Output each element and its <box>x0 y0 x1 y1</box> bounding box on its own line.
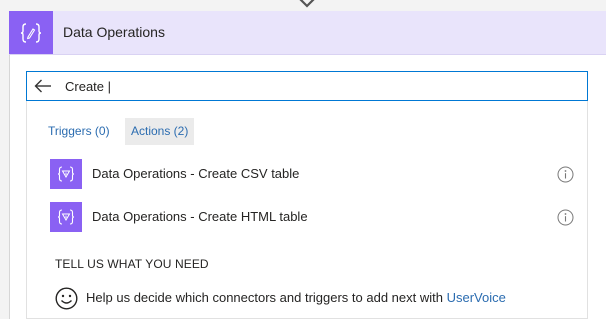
info-icon[interactable] <box>557 166 574 183</box>
action-label: Data Operations - Create CSV table <box>92 166 300 181</box>
curly-braces-edit-icon <box>9 11 53 54</box>
card-header[interactable]: Data Operations <box>9 11 606 55</box>
uservoice-link[interactable]: UserVoice <box>447 290 506 305</box>
info-icon[interactable] <box>557 209 574 226</box>
feedback-text: Help us decide which connectors and trig… <box>86 290 506 305</box>
data-operations-icon <box>50 202 82 232</box>
search-box <box>26 71 588 101</box>
action-item-create-html-table[interactable]: Data Operations - Create HTML table <box>50 202 590 232</box>
back-arrow-icon[interactable] <box>34 79 52 93</box>
tab-triggers[interactable]: Triggers (0) <box>42 118 116 145</box>
action-item-create-csv-table[interactable]: Data Operations - Create CSV table <box>50 159 590 189</box>
data-operations-icon <box>50 159 82 189</box>
tab-actions[interactable]: Actions (2) <box>125 118 195 145</box>
card-title: Data Operations <box>63 24 165 40</box>
smiley-icon <box>55 287 78 310</box>
action-label: Data Operations - Create HTML table <box>92 209 308 224</box>
connector-arrow-icon <box>299 0 315 8</box>
search-input[interactable] <box>65 76 565 96</box>
feedback-heading: TELL US WHAT YOU NEED <box>55 257 209 271</box>
feedback-message: Help us decide which connectors and trig… <box>86 290 443 305</box>
